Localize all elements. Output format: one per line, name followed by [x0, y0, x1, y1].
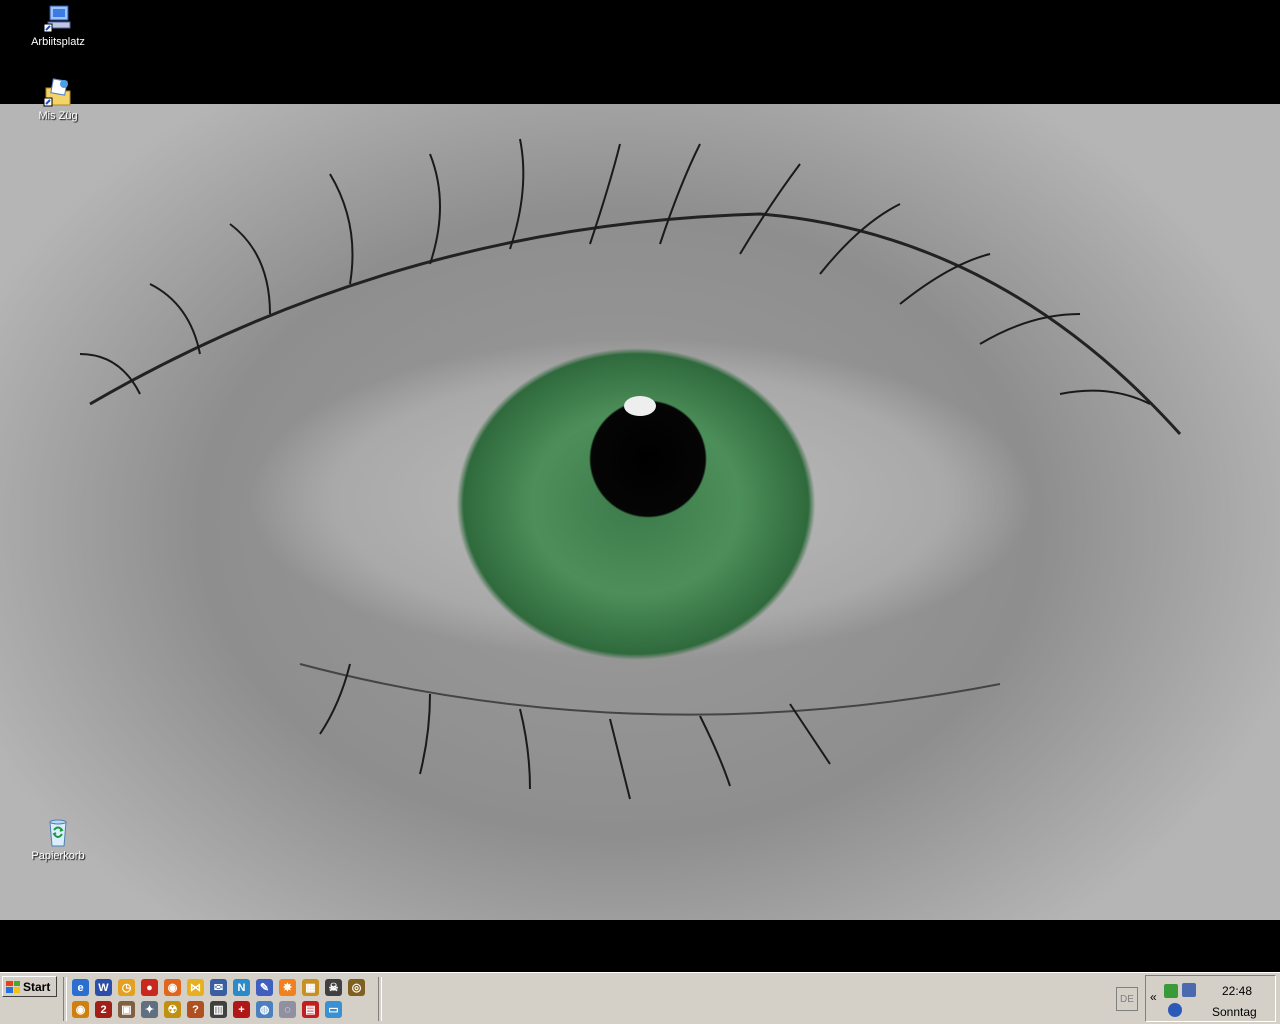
cd-icon[interactable]: ◌	[279, 1001, 296, 1018]
speaker-icon[interactable]: ◉	[72, 1001, 89, 1018]
gamepad-icon[interactable]: ▣	[118, 1001, 135, 1018]
quick-launch-toolbar: e W ◷ ● ◉ ⋈ ✉ N ✎ ✸ ▦ ☠ ◎ ◉ 2 ▣ ✦ ☢? ▥ + ◍ ◌ ▤ ▭	[70, 977, 370, 1023]
taskbar-separator	[63, 977, 67, 1021]
clock-app-icon[interactable]: ◷	[118, 979, 135, 996]
start-button[interactable]: Start	[2, 976, 57, 997]
network-computers-icon[interactable]	[1182, 983, 1196, 997]
system-tray: « 22:48 Sonntag	[1145, 975, 1276, 1022]
info-icon[interactable]	[1168, 1003, 1182, 1017]
radiation-icon[interactable]: ☢	[164, 1001, 181, 1018]
wallpaper-eyelashes	[79, 138, 1182, 800]
windows-logo-icon	[6, 980, 20, 993]
desktop-icon-label: Papierkorb	[31, 850, 85, 862]
firefox-icon[interactable]: ◉	[164, 979, 181, 996]
my-documents-icon	[43, 78, 71, 107]
word-icon[interactable]: W	[95, 979, 112, 996]
taskbar-separator	[378, 977, 382, 1021]
desktop-icon-label: Mis Züg	[38, 110, 78, 122]
clock-day[interactable]: Sonntag	[1212, 1005, 1257, 1019]
network-user-icon[interactable]	[1164, 984, 1178, 998]
internet-explorer-icon[interactable]: e	[72, 979, 89, 996]
media-eye-icon[interactable]: ◎	[348, 979, 365, 996]
language-indicator[interactable]: DE	[1116, 987, 1138, 1011]
my-computer-icon	[43, 5, 71, 33]
star-app-icon[interactable]: ✸	[279, 979, 296, 996]
book-icon[interactable]: ▤	[302, 1001, 319, 1018]
butterfly-icon[interactable]: ⋈	[187, 979, 204, 996]
cross-icon[interactable]: +	[233, 1001, 250, 1018]
thunderbird-icon[interactable]: ✉	[210, 979, 227, 996]
skull-icon[interactable]: ☠	[325, 979, 342, 996]
mozilla-icon[interactable]: N	[233, 979, 250, 996]
satellite-icon[interactable]: ✦	[141, 1001, 158, 1018]
realplayer-icon[interactable]: ●	[141, 979, 158, 996]
question-app-icon[interactable]: ?	[187, 1001, 204, 1018]
recycle-bin-icon	[49, 819, 67, 847]
winamp-icon[interactable]: ▦	[302, 979, 319, 996]
desktop-icon-recycle-bin[interactable]: Papierkorb	[18, 816, 98, 862]
editor-icon[interactable]: ✎	[256, 979, 273, 996]
show-hidden-icons-button[interactable]: «	[1150, 990, 1157, 1004]
start-label: Start	[23, 979, 51, 994]
clock-time[interactable]: 22:48	[1222, 984, 1252, 998]
mixer-icon[interactable]: ▥	[210, 1001, 227, 1018]
document-icon[interactable]: ▭	[325, 1001, 342, 1018]
number-two-icon[interactable]: 2	[95, 1001, 112, 1018]
desktop-icon-my-computer[interactable]: Arbiitsplatz	[18, 2, 98, 48]
globe-icon[interactable]: ◍	[256, 1001, 273, 1018]
taskbar: Start e W ◷ ● ◉ ⋈ ✉ N ✎ ✸ ▦ ☠ ◎ ◉ 2 ▣ ✦ ☢? ▥ + ◍ ◌ ▤ ▭ DE « 22:…	[0, 972, 1280, 1024]
desktop-icon-label: Arbiitsplatz	[31, 36, 85, 48]
desktop-icon-my-documents[interactable]: Mis Züg	[18, 76, 98, 122]
